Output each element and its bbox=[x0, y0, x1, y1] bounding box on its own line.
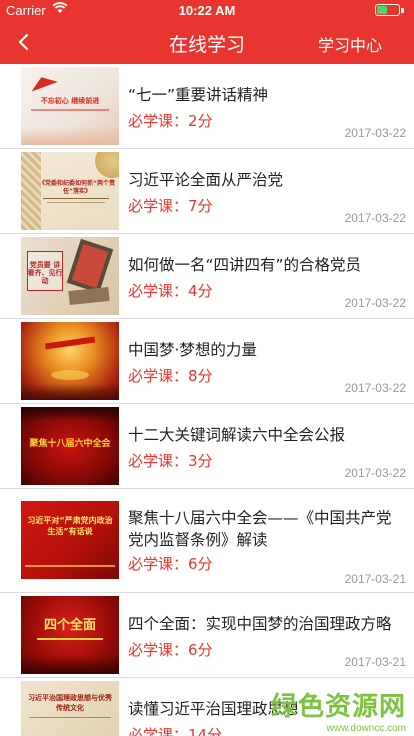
thumbnail-caption: 四个全面 bbox=[43, 618, 96, 633]
status-bar: Carrier 10:22 AM bbox=[0, 0, 414, 20]
course-date: 2017-03-22 bbox=[344, 381, 406, 395]
course-item[interactable]: 习近平对“严肃党内政治生活”有话说 聚焦十八届六中全会——《中国共产党党内监督条… bbox=[0, 489, 414, 593]
course-item[interactable]: 聚焦十八届六中全会 十二大关键词解读六中全会公报 必学课：3分 2017-03-… bbox=[0, 404, 414, 489]
course-thumbnail: 聚焦十八届六中全会 bbox=[21, 407, 119, 485]
nav-bar: 在线学习 学习中心 bbox=[0, 20, 414, 64]
watermark: 绿色资源网 www.downcc.com bbox=[271, 686, 406, 734]
course-title: 聚焦十八届六中全会——《中国共产党党内监督条例》解读 bbox=[128, 509, 392, 549]
course-date: 2017-03-22 bbox=[344, 211, 406, 225]
course-credit: 必学课：14分 bbox=[128, 726, 223, 736]
course-credit: 必学课：6分 bbox=[128, 641, 213, 659]
course-thumbnail: 党员要 讲看齐、见行动 bbox=[21, 237, 119, 315]
thumbnail-caption: 习近平治国理政思想与优秀传统文化 bbox=[28, 694, 112, 712]
course-date: 2017-03-21 bbox=[344, 655, 406, 669]
battery-icon bbox=[375, 4, 400, 16]
thumbnail-caption: 《党委和纪委如何抓“两个责任”落实》 bbox=[39, 180, 115, 195]
course-title: 中国梦·梦想的力量 bbox=[128, 341, 257, 359]
course-thumbnail: 《党委和纪委如何抓“两个责任”落实》 bbox=[21, 152, 119, 230]
battery-cap bbox=[401, 8, 404, 13]
course-item[interactable]: 中国梦·梦想的力量 必学课：8分 2017-03-22 bbox=[0, 319, 414, 404]
course-item[interactable]: 《党委和纪委如何抓“两个责任”落实》 习近平论全面从严治党 必学课：7分 201… bbox=[0, 149, 414, 234]
course-credit: 必学课：7分 bbox=[128, 197, 213, 215]
thumbnail-caption: 不忘初心 继续前进 bbox=[40, 97, 100, 105]
course-date: 2017-03-21 bbox=[344, 572, 406, 586]
app-header: Carrier 10:22 AM 在线学习 学习中心 bbox=[0, 0, 414, 64]
course-thumbnail: 不忘初心 继续前进 bbox=[21, 67, 119, 145]
course-thumbnail: 习近平治国理政思想与优秀传统文化 bbox=[21, 681, 119, 736]
course-title: 如何做一名“四讲四有”的合格党员 bbox=[128, 256, 362, 274]
course-title: 四个全面：实现中国梦的治国理政方略 bbox=[128, 615, 392, 633]
thumbnail-caption: 习近平对“严肃党内政治生活”有话说 bbox=[27, 516, 113, 536]
course-thumbnail: 习近平对“严肃党内政治生活”有话说 bbox=[21, 501, 119, 579]
course-date: 2017-03-22 bbox=[344, 466, 406, 480]
course-credit: 必学课：2分 bbox=[128, 112, 213, 130]
thumbnail-caption: 党员要 讲看齐、见行动 bbox=[27, 261, 63, 285]
course-date: 2017-03-22 bbox=[344, 126, 406, 140]
course-item[interactable]: 不忘初心 继续前进 “七一”重要讲话精神 必学课：2分 2017-03-22 bbox=[0, 64, 414, 149]
status-time: 10:22 AM bbox=[178, 3, 236, 18]
thumbnail-caption: 聚焦十八届六中全会 bbox=[29, 439, 111, 449]
watermark-title: 绿色资源网 bbox=[270, 692, 406, 722]
course-thumbnail: 四个全面 bbox=[21, 596, 119, 674]
course-item[interactable]: 党员要 讲看齐、见行动 如何做一名“四讲四有”的合格党员 必学课：4分 2017… bbox=[0, 234, 414, 319]
course-credit: 必学课：6分 bbox=[128, 555, 213, 573]
course-credit: 必学课：3分 bbox=[128, 452, 213, 470]
learning-center-button[interactable]: 学习中心 bbox=[318, 32, 382, 56]
course-title: 十二大关键词解读六中全会公报 bbox=[128, 426, 346, 444]
course-title: 习近平论全面从严治党 bbox=[128, 171, 284, 189]
course-credit: 必学课：4分 bbox=[128, 282, 213, 300]
course-list: 不忘初心 继续前进 “七一”重要讲话精神 必学课：2分 2017-03-22 《… bbox=[0, 64, 414, 736]
course-thumbnail bbox=[21, 322, 119, 400]
watermark-url: www.downcc.com bbox=[326, 723, 406, 734]
course-credit: 必学课：8分 bbox=[128, 367, 213, 385]
course-title: “七一”重要讲话精神 bbox=[128, 86, 269, 104]
course-item[interactable]: 四个全面 四个全面：实现中国梦的治国理政方略 必学课：6分 2017-03-21 bbox=[0, 593, 414, 678]
course-date: 2017-03-22 bbox=[344, 296, 406, 310]
battery-level bbox=[377, 6, 387, 14]
